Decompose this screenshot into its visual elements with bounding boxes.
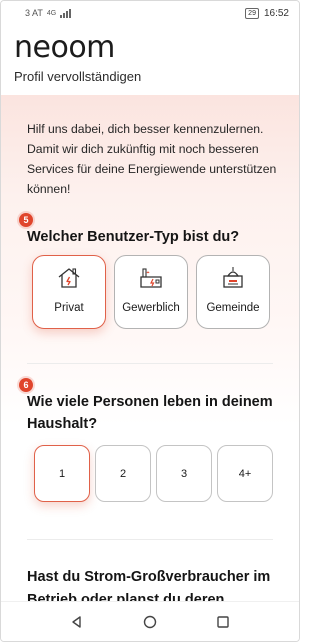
user-type-label: Gemeinde (206, 302, 260, 314)
back-button[interactable] (65, 610, 89, 634)
app-header: neoom Profil vervollständigen (1, 25, 299, 95)
carrier-label: 3 AT (25, 8, 43, 18)
home-circle-icon (143, 615, 157, 628)
household-count-1-button[interactable]: 1 (34, 445, 90, 502)
user-type-gewerblich-button[interactable]: Gewerblich (114, 255, 188, 329)
factory-icon (140, 268, 162, 288)
question-user-type: Welcher Benutzer-Typ bist du? (27, 229, 240, 245)
status-left: 3 AT 4G (25, 8, 72, 18)
page-subtitle: Profil vervollständigen (14, 69, 142, 84)
household-count-2-button[interactable]: 2 (95, 445, 151, 502)
app-frame: 3 AT 4G 29 16:52 neoom Profil vervollstä… (0, 0, 300, 642)
home-button[interactable] (138, 610, 162, 634)
step-badge-5: 5 (19, 213, 33, 227)
user-type-privat-button[interactable]: Privat (32, 255, 106, 329)
intro-text: Hilf uns dabei, dich besser kennenzulern… (27, 122, 277, 196)
recents-square-icon (216, 615, 229, 628)
user-type-gemeinde-button[interactable]: Gemeinde (196, 255, 270, 329)
system-nav-bar (1, 601, 299, 641)
section-divider (27, 363, 273, 364)
town-hall-icon (223, 267, 243, 288)
battery-icon: 29 (245, 7, 259, 19)
status-right: 29 16:52 (245, 7, 289, 19)
household-count-3-button[interactable]: 3 (156, 445, 212, 502)
network-type: 4G (46, 9, 57, 17)
user-type-label: Gewerblich (122, 302, 180, 314)
signal-icon (60, 8, 72, 18)
house-icon (58, 268, 80, 288)
step-badge-6: 6 (19, 378, 33, 392)
back-triangle-icon (72, 615, 82, 628)
section-divider (27, 539, 273, 540)
status-bar: 3 AT 4G 29 16:52 (1, 1, 299, 25)
recents-button[interactable] (211, 610, 235, 634)
clock: 16:52 (263, 7, 289, 19)
user-type-label: Privat (54, 302, 84, 314)
question-large-consumers: Hast du Strom-Großverbraucher im Betrieb… (27, 569, 271, 603)
question-household-size: Wie viele Personen leben in deinem Haush… (27, 394, 273, 432)
profile-form[interactable]: Hilf uns dabei, dich besser kennenzulern… (1, 95, 299, 603)
household-count-4plus-button[interactable]: 4+ (217, 445, 273, 502)
brand-logo: neoom (14, 30, 115, 65)
